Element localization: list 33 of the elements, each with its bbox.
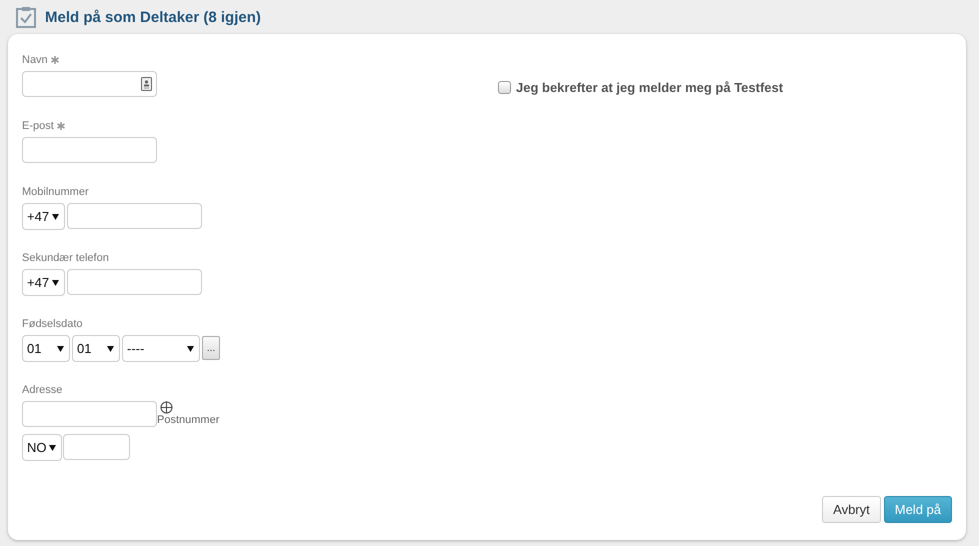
required-icon (56, 122, 65, 130)
text-field[interactable] (22, 137, 157, 163)
year-select[interactable]: ---- (122, 335, 200, 362)
caret-icon (57, 346, 64, 352)
phone-field[interactable] (67, 203, 202, 229)
field-label: E-post (22, 120, 54, 132)
field-label: Adresse (22, 384, 62, 396)
month-select[interactable]: 01 (72, 335, 120, 362)
date-picker-button[interactable]: ... (202, 336, 220, 360)
add-circle-icon[interactable] (160, 401, 173, 414)
field-label: Sekundær telefon (22, 252, 109, 264)
text-field[interactable] (22, 71, 157, 97)
day-select[interactable]: 01 (22, 335, 70, 362)
country-code-select[interactable]: +47 (22, 203, 65, 230)
required-icon (50, 56, 59, 64)
country-code-select[interactable]: +47 (22, 269, 65, 296)
clipboard-check-icon (16, 6, 36, 28)
field-label: Navn (22, 54, 48, 66)
caret-icon (52, 214, 59, 220)
field-label: Mobilnummer (22, 186, 89, 198)
caret-icon (187, 346, 194, 352)
caret-icon (52, 280, 59, 286)
postcode-label: Postnummer (157, 414, 220, 426)
caret-icon (49, 444, 56, 450)
phone-field[interactable] (67, 269, 202, 295)
confirm-checkbox[interactable]: Jeg bekrefter at jeg melder meg på Testfest (498, 80, 784, 95)
field-label: Fødselsdato (22, 318, 83, 330)
page-title: Meld på som Deltaker (8 igjen) (45, 8, 261, 26)
cancel-button[interactable]: Avbryt (822, 496, 881, 523)
country-select[interactable]: NO (22, 434, 62, 461)
caret-icon (107, 346, 114, 352)
address-field[interactable] (22, 401, 157, 427)
postcode-field[interactable] (63, 434, 130, 460)
